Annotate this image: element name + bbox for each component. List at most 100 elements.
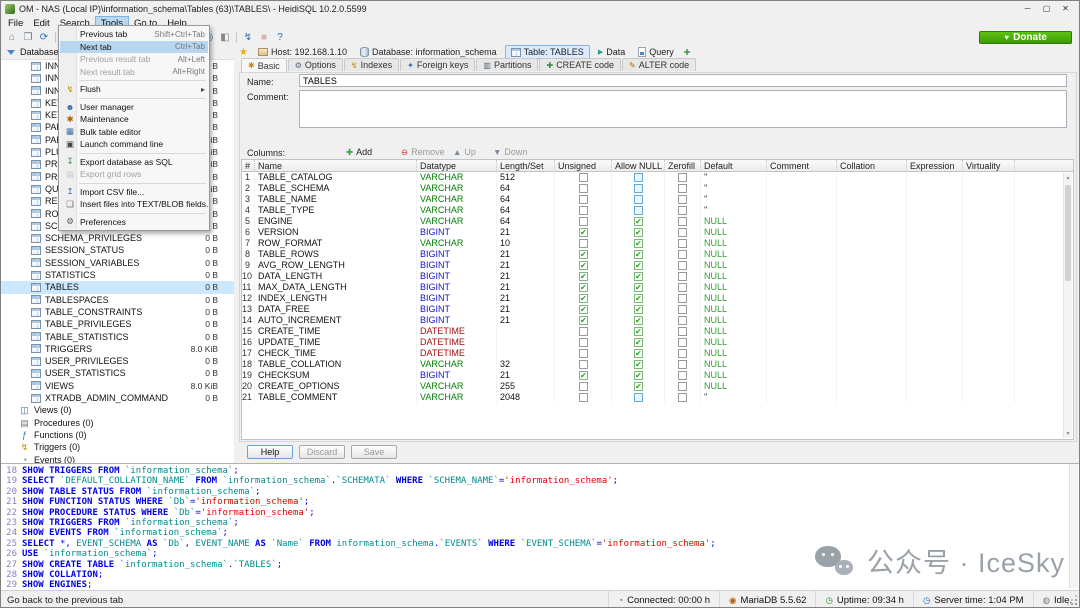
zerofill-checkbox[interactable] [678,360,687,369]
allow-null-checkbox[interactable] [634,250,643,259]
tree-node-functions-0[interactable]: ƒFunctions (0) [1,429,234,441]
zerofill-checkbox[interactable] [678,272,687,281]
zerofill-checkbox[interactable] [678,250,687,259]
stop-icon[interactable]: ■ [256,31,272,45]
refresh-icon[interactable]: ⟳ [36,31,52,45]
move-down-button[interactable]: ▼Down [493,145,527,159]
tab-host[interactable]: Host: 192.168.1.10 [253,46,352,59]
table-item-views[interactable]: VIEWS8.0 KiB [1,380,234,392]
unsigned-checkbox[interactable] [579,338,588,347]
allow-null-checkbox[interactable] [634,349,643,358]
table-item-user-statistics[interactable]: USER_STATISTICS0 B [1,367,234,379]
tab-alter-code[interactable]: ✎ALTER code [622,58,696,71]
table-item-table-privileges[interactable]: TABLE_PRIVILEGES0 B [1,318,234,330]
allow-null-checkbox[interactable] [634,338,643,347]
zerofill-checkbox[interactable] [678,294,687,303]
tab-table[interactable]: Table: TABLES [505,45,590,59]
tab-indexes[interactable]: ↯Indexes [344,58,399,71]
table-row[interactable]: 10DATA_LENGTHBIGINT21NULL [242,271,1073,282]
unsigned-checkbox[interactable] [579,316,588,325]
window-maximize-button[interactable]: ▢ [1037,2,1056,15]
zerofill-checkbox[interactable] [678,393,687,402]
table-item-session-status[interactable]: SESSION_STATUS0 B [1,244,234,256]
menu-item-edit[interactable]: Edit [28,16,54,30]
column-header-datatype[interactable]: Datatype [417,160,497,172]
unsigned-checkbox[interactable] [579,195,588,204]
allow-null-checkbox[interactable] [634,261,643,270]
log-scrollbar[interactable] [1069,464,1078,588]
menu-item-file[interactable]: File [3,16,28,30]
tree-node-triggers-0[interactable]: ↯Triggers (0) [1,441,234,453]
allow-null-checkbox[interactable] [634,305,643,314]
column-header-collation[interactable]: Collation [837,160,907,172]
table-row[interactable]: 16UPDATE_TIMEDATETIMENULL [242,337,1073,348]
tab-data[interactable]: ▶Data [593,46,630,59]
allow-null-checkbox[interactable] [634,239,643,248]
tree-node-views-0[interactable]: ◫Views (0) [1,404,234,416]
table-name-input[interactable] [299,74,1067,87]
allow-null-checkbox[interactable] [634,371,643,380]
table-row[interactable]: 4TABLE_TYPEVARCHAR64'' [242,205,1073,216]
table-item-table-constraints[interactable]: TABLE_CONSTRAINTS0 B [1,306,234,318]
column-header-unsigned[interactable]: Unsigned [555,160,612,172]
unsigned-checkbox[interactable] [579,382,588,391]
zerofill-checkbox[interactable] [678,261,687,270]
column-header-[interactable]: # [242,160,255,172]
table-row[interactable]: 18TABLE_COLLATIONVARCHAR32NULL [242,359,1073,370]
allow-null-checkbox[interactable] [634,206,643,215]
highlight-icon[interactable]: ◧ [217,31,233,45]
column-header-zerofill[interactable]: Zerofill [665,160,701,172]
zerofill-checkbox[interactable] [678,173,687,182]
allow-null-checkbox[interactable] [634,228,643,237]
allow-null-checkbox[interactable] [634,217,643,226]
zerofill-checkbox[interactable] [678,195,687,204]
session-manager-icon[interactable]: ⌂ [4,31,20,45]
table-item-schema-privileges[interactable]: SCHEMA_PRIVILEGES0 B [1,232,234,244]
save-button[interactable]: Save [351,445,397,459]
zerofill-checkbox[interactable] [678,338,687,347]
table-row[interactable]: 14AUTO_INCREMENTBIGINT21NULL [242,315,1073,326]
table-row[interactable]: 21TABLE_COMMENTVARCHAR2048'' [242,392,1073,403]
column-header-comment[interactable]: Comment [767,160,837,172]
scroll-down-arrow-icon[interactable]: ▼ [1064,429,1072,438]
zerofill-checkbox[interactable] [678,206,687,215]
help-button[interactable]: Help [247,445,293,459]
unsigned-checkbox[interactable] [579,294,588,303]
column-header-virtuality[interactable]: Virtuality [963,160,1015,172]
menu-item-maintenance[interactable]: ✱Maintenance [60,113,208,126]
allow-null-checkbox[interactable] [634,294,643,303]
table-row[interactable]: 3TABLE_NAMEVARCHAR64'' [242,194,1073,205]
window-close-button[interactable]: ✕ [1056,2,1075,15]
table-item-tablespaces[interactable]: TABLESPACES0 B [1,294,234,306]
zerofill-checkbox[interactable] [678,228,687,237]
table-row[interactable]: 5ENGINEVARCHAR64NULL [242,216,1073,227]
unsigned-checkbox[interactable] [579,250,588,259]
new-window-icon[interactable]: ❐ [20,31,36,45]
zerofill-checkbox[interactable] [678,283,687,292]
menu-item-previous-result-tab[interactable]: Previous result tabAlt+Left [60,53,208,66]
allow-null-checkbox[interactable] [634,393,643,402]
table-row[interactable]: 20CREATE_OPTIONSVARCHAR255NULL [242,381,1073,392]
menu-item-export-database-as-sql[interactable]: ↧Export database as SQL [60,156,208,169]
allow-null-checkbox[interactable] [634,173,643,182]
remove-column-button[interactable]: ⊖Remove [401,145,445,159]
menu-item-flush[interactable]: ↯Flush▸ [60,83,208,96]
table-item-session-variables[interactable]: SESSION_VARIABLES0 B [1,257,234,269]
allow-null-checkbox[interactable] [634,283,643,292]
tab-database[interactable]: Database: information_schema [355,46,502,59]
unsigned-checkbox[interactable] [579,272,588,281]
menu-item-preferences[interactable]: ⚙Preferences [60,216,208,229]
unsigned-checkbox[interactable] [579,184,588,193]
zerofill-checkbox[interactable] [678,239,687,248]
zerofill-checkbox[interactable] [678,349,687,358]
zerofill-checkbox[interactable] [678,382,687,391]
tab-foreign-keys[interactable]: ✦Foreign keys [400,58,475,71]
tab-create-code[interactable]: ✚CREATE code [539,58,621,71]
allow-null-checkbox[interactable] [634,327,643,336]
table-row[interactable]: 11MAX_DATA_LENGTHBIGINT21NULL [242,282,1073,293]
zerofill-checkbox[interactable] [678,327,687,336]
unsigned-checkbox[interactable] [579,217,588,226]
execute-icon[interactable]: ↯ [240,31,256,45]
unsigned-checkbox[interactable] [579,371,588,380]
grid-vertical-scrollbar[interactable]: ▲ ▼ [1063,173,1072,438]
